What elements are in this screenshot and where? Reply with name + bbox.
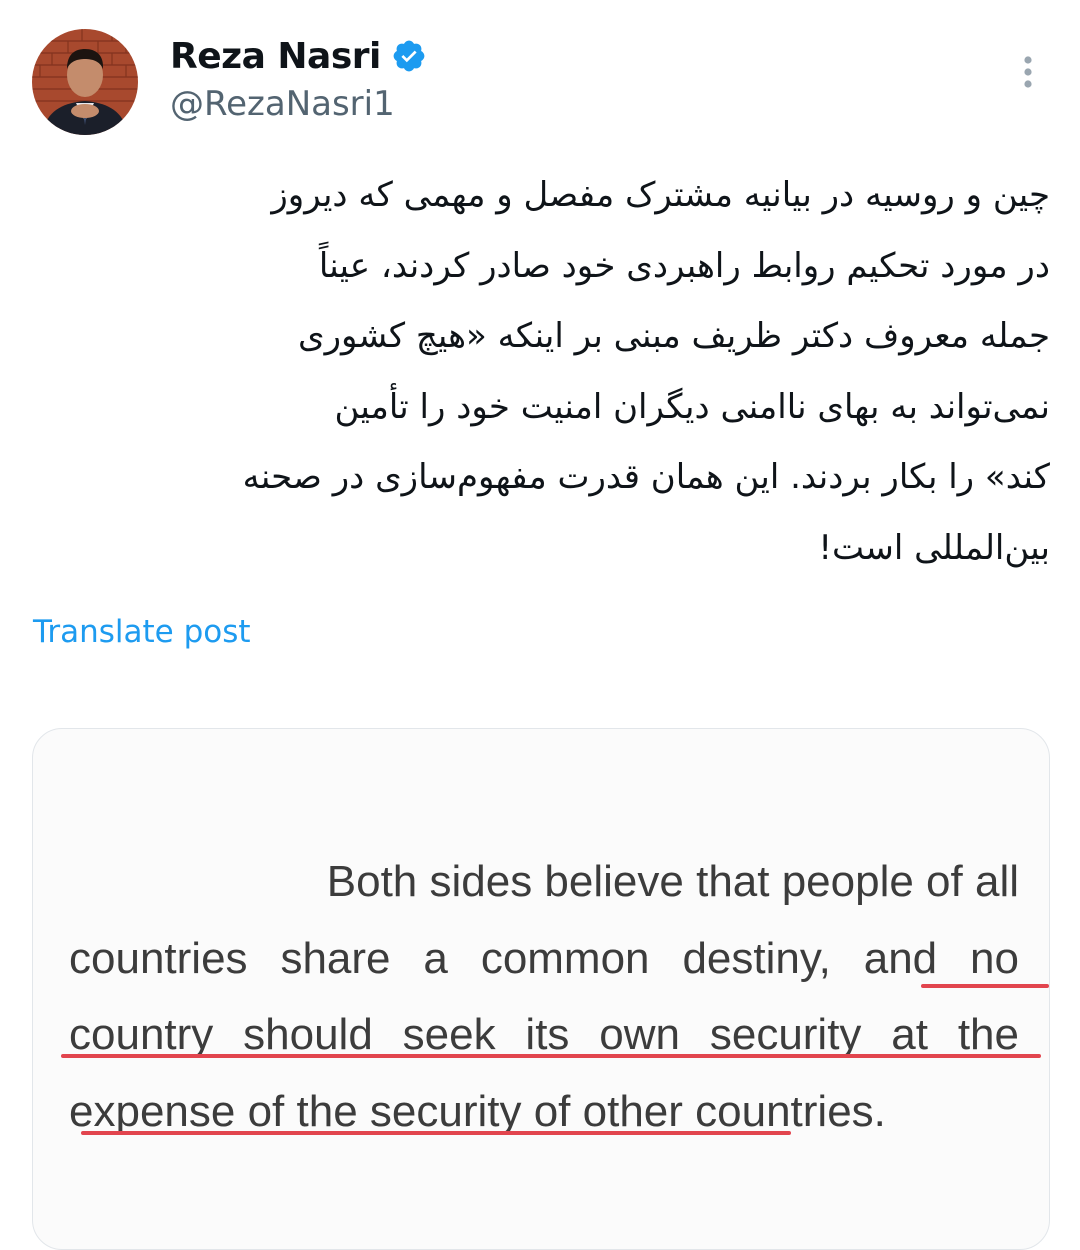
- quote-line: expense of the security of other countri…: [69, 1086, 886, 1136]
- tweet-text-line: بین‌المللی است!: [818, 527, 1050, 568]
- tweet-text-line: کند» را بکار بردند. این همان قدرت مفهوم‌…: [242, 457, 1050, 497]
- more-options-button[interactable]: [1004, 48, 1052, 96]
- avatar-photo-icon: [32, 29, 138, 135]
- highlight-underline: [61, 1054, 1041, 1058]
- verified-badge-icon: [393, 40, 425, 72]
- highlight-underline: [81, 1131, 791, 1135]
- avatar[interactable]: [32, 29, 138, 135]
- tweet-text-line: در مورد تحکیم روابط راهبردی خود صادر کرد…: [318, 245, 1050, 286]
- media-image[interactable]: Both sides believe that people of all co…: [32, 728, 1050, 1250]
- tweet-text-line: چین و روسیه در بیانیه مشترک مفصل و مهمی …: [271, 175, 1050, 215]
- quoted-statement-text: Both sides believe that people of all co…: [69, 844, 1019, 1150]
- quote-line: country should seek its own security at …: [69, 1010, 1019, 1059]
- author-name-row: Reza Nasri: [170, 34, 427, 78]
- quote-line: Both sides believe that people of all: [326, 857, 1019, 906]
- tweet-text-line: نمی‌تواند به بهای ناامنی دیگران امنیت خو…: [334, 386, 1050, 427]
- quote-line: countries share a common destiny, and no: [69, 933, 1019, 983]
- author-handle[interactable]: @RezaNasri1: [170, 84, 395, 124]
- author-display-name[interactable]: Reza Nasri: [170, 36, 381, 77]
- highlight-underline: [921, 984, 1049, 988]
- tweet-text: چین و روسیه در بیانیه مشترک مفصل و مهمی …: [34, 160, 1050, 583]
- translate-post-link[interactable]: Translate post: [33, 614, 251, 650]
- tweet-header: Reza Nasri @RezaNasri1: [0, 0, 1080, 150]
- more-vertical-icon: [1024, 56, 1032, 88]
- tweet-text-line: جمله معروف دکتر ظریف مبنی بر اینکه «هیچ …: [297, 316, 1050, 356]
